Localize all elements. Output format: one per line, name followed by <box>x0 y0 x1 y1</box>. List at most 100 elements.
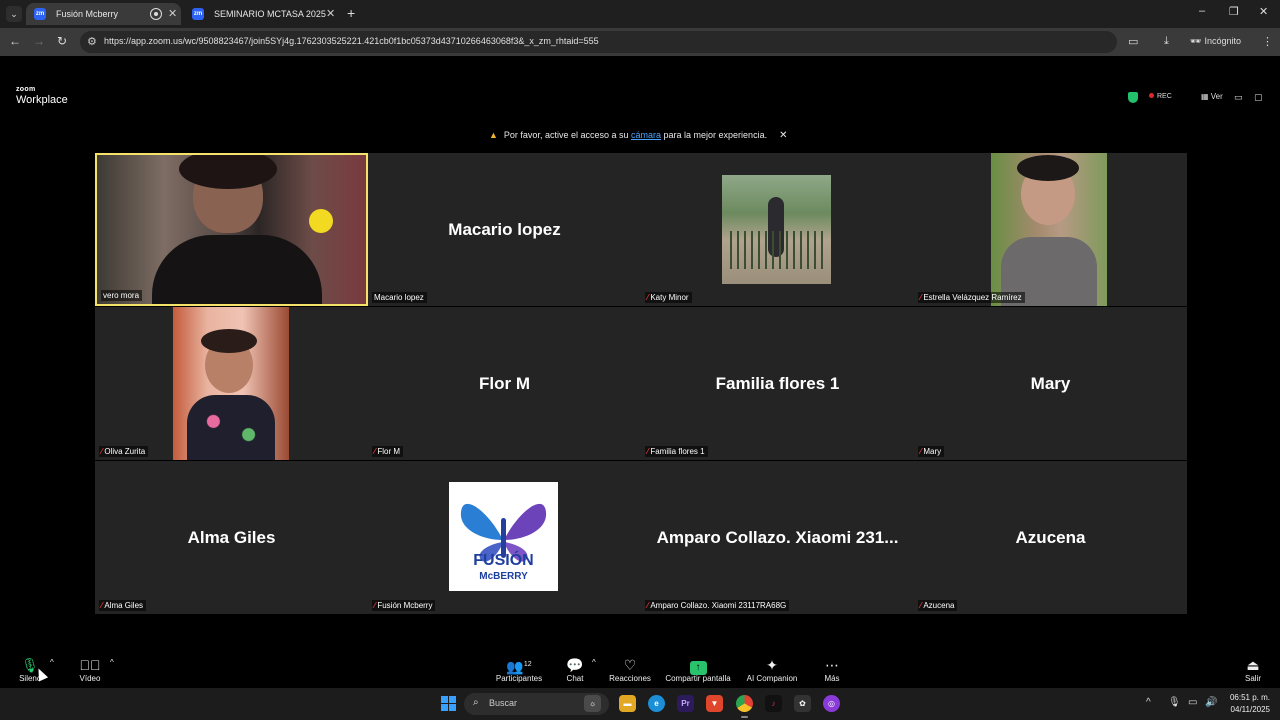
share-label: Compartir pantalla <box>665 674 731 683</box>
camera-link[interactable]: cámara <box>631 130 661 140</box>
video-button[interactable]: ▶⃠ Vídeo <box>72 656 108 683</box>
video-label: Vídeo <box>79 674 101 683</box>
encryption-shield-icon[interactable] <box>1128 92 1138 103</box>
participant-tile-alma-giles[interactable]: Alma Giles ⁄ Alma Giles <box>95 461 368 614</box>
rec-label: REC <box>1157 93 1172 100</box>
workplace-logo-text: Workplace <box>16 94 68 106</box>
muted-mic-icon: ⁄ <box>920 447 922 456</box>
reading-mode-icon[interactable]: ▭ <box>1128 35 1138 48</box>
video-options-chevron-icon[interactable]: ^ <box>110 658 114 667</box>
browser-tab-bar: ⌄ zm Fusión Mcberry ✕ zm SEMINARIO MCTAS… <box>0 0 1280 41</box>
close-notice-icon[interactable]: ✕ <box>779 130 787 141</box>
picture-in-picture-icon[interactable]: ▭ <box>1234 92 1243 103</box>
page-spacer <box>0 56 1280 81</box>
participant-display-name: Mary <box>1030 373 1071 393</box>
participant-name: Flor M <box>377 447 401 456</box>
edge-icon[interactable]: e <box>648 695 665 712</box>
meeting-controls-bar: 🎙 Silenc ^ ▶⃠ Vídeo ^ 👥12 Participantes … <box>0 650 1280 688</box>
incognito-indicator[interactable]: 🕶 Incógnito <box>1190 36 1241 47</box>
system-clock[interactable]: 06:51 p. m. 04/11/2025 <box>1224 692 1270 716</box>
tab-seminario[interactable]: zm SEMINARIO MCTASA 2025 28- ✕ <box>184 3 339 41</box>
participant-name-label: ⁄ Katy Minor <box>645 292 692 303</box>
participant-tile-katy-minor[interactable]: ⁄ Katy Minor <box>641 153 914 306</box>
participant-tile-macario-lopez[interactable]: Macario lopez Macario lopez <box>368 153 641 306</box>
participant-tile-amparo-collazo[interactable]: Amparo Collazo. Xiaomi 231... ⁄ Amparo Co… <box>641 461 914 614</box>
brave-icon[interactable]: ▼ <box>706 695 723 712</box>
tab-close-icon[interactable]: ✕ <box>326 3 335 25</box>
participants-button[interactable]: 👥12 Participantes <box>492 656 546 683</box>
participant-name-label: ⁄ Oliva Zurita <box>99 446 149 457</box>
view-button[interactable]: ▦ Ver <box>1201 92 1223 101</box>
participant-name-label: ⁄ Alma Giles <box>99 600 147 611</box>
close-window-button[interactable]: ✕ <box>1259 5 1268 18</box>
muted-mic-icon: ⁄ <box>101 447 103 456</box>
address-bar[interactable]: ⚙ https://app.zoom.us/wc/9508823467/join… <box>80 31 1117 53</box>
file-explorer-icon[interactable]: ▬ <box>619 695 636 712</box>
zoom-favicon-icon: zm <box>34 8 46 20</box>
incognito-label: Incógnito <box>1204 36 1241 46</box>
chat-button[interactable]: 💬 Chat <box>560 656 590 683</box>
recording-badge[interactable]: REC <box>1149 93 1172 100</box>
participants-icon: 👥12 <box>506 658 532 675</box>
tiktok-icon[interactable]: ♪ <box>765 695 782 712</box>
more-button[interactable]: ⋯ Más <box>818 656 846 683</box>
participant-name-label: ⁄ Flor M <box>372 446 404 457</box>
back-button[interactable]: ← <box>9 34 21 48</box>
tab-search-icon[interactable]: ⌄ <box>6 6 22 22</box>
participant-tile-azucena[interactable]: Azucena ⁄ Azucena <box>914 461 1187 614</box>
premiere-icon[interactable]: Pr <box>677 695 694 712</box>
chatgpt-icon[interactable]: ✿ <box>794 695 811 712</box>
podcast-app-icon[interactable]: ◎ <box>823 695 840 712</box>
tab-fusion-mcberry[interactable]: zm Fusión Mcberry ✕ <box>26 3 181 25</box>
show-hidden-icons-chevron-icon[interactable]: ^ <box>1146 697 1151 708</box>
ai-companion-button[interactable]: ✦ AI Companion <box>744 656 800 683</box>
participant-tile-fusion-mcberry[interactable]: FUSIÓN McBERRY ⁄ Fusión Mcberry <box>368 461 641 614</box>
participant-tile-oliva-zurita[interactable]: ⁄ Oliva Zurita <box>95 307 368 460</box>
leave-button[interactable]: ⏏ Salir <box>1240 656 1266 683</box>
participant-tile-vero-mora[interactable]: vero mora <box>95 153 368 306</box>
network-icon[interactable]: ▭ <box>1188 697 1197 708</box>
chat-label: Chat <box>566 674 584 683</box>
logo-line-1: FUSIÓN <box>473 552 534 569</box>
participant-display-name: Alma Giles <box>187 527 276 547</box>
forward-button[interactable]: → <box>33 34 45 48</box>
participant-name: Familia flores 1 <box>650 447 705 456</box>
fullscreen-icon[interactable]: ▢ <box>1254 92 1263 103</box>
chrome-icon[interactable] <box>736 695 753 718</box>
participant-tile-familia-flores[interactable]: Familia flores 1 ⁄ Familia flores 1 <box>641 307 914 460</box>
clock-date: 04/11/2025 <box>1230 705 1270 714</box>
recording-icon <box>150 8 162 20</box>
maximize-button[interactable]: ❐ <box>1229 5 1239 18</box>
participant-name-label: Macario lopez <box>372 292 427 303</box>
zoom-logo-text: zoom <box>16 86 36 93</box>
participant-display-name: Macario lopez <box>448 219 561 239</box>
minimize-button[interactable]: – <box>1199 5 1205 17</box>
new-tab-button[interactable]: + <box>347 5 355 21</box>
tab-close-icon[interactable]: ✕ <box>168 3 177 25</box>
participant-name-label: ⁄ Mary <box>918 446 945 457</box>
participant-name: Katy Minor <box>650 293 689 302</box>
participant-video <box>991 153 1107 306</box>
download-icon[interactable]: ⤓ <box>1164 35 1169 48</box>
browser-menu-icon[interactable]: ⋮ <box>1262 35 1273 48</box>
widget-icon[interactable]: ☼ <box>584 695 601 712</box>
chat-options-chevron-icon[interactable]: ^ <box>592 658 596 667</box>
participant-tile-estrella[interactable]: ⁄ Estrella Velázquez Ramírez <box>914 153 1187 306</box>
fusion-mcberry-logo: FUSIÓN McBERRY <box>449 482 558 591</box>
site-info-icon[interactable]: ⚙ <box>87 35 97 48</box>
participant-name-label: ⁄ Amparo Collazo. Xiaomi 23117RA68G <box>645 600 790 611</box>
volume-icon[interactable]: 🔊 <box>1205 697 1217 708</box>
participant-tile-mary[interactable]: Mary ⁄ Mary <box>914 307 1187 460</box>
reactions-button[interactable]: ♡ Reacciones <box>608 656 652 683</box>
participant-name: Mary <box>923 447 942 456</box>
audio-options-chevron-icon[interactable]: ^ <box>50 658 54 667</box>
reload-button[interactable]: ↻ <box>57 34 67 48</box>
search-placeholder: Buscar <box>489 698 518 708</box>
url-text[interactable]: https://app.zoom.us/wc/9508823467/join5S… <box>104 36 599 46</box>
video-off-icon: ▶⃠ <box>79 657 101 673</box>
microphone-tray-icon[interactable]: 🎙 <box>1168 697 1181 708</box>
windows-start-icon[interactable] <box>441 696 456 711</box>
share-screen-button[interactable]: ↑ Compartir pantalla <box>662 656 734 683</box>
participant-tile-flor-m[interactable]: Flor M ⁄ Flor M <box>368 307 641 460</box>
participant-name: Amparo Collazo. Xiaomi 23117RA68G <box>650 601 787 610</box>
